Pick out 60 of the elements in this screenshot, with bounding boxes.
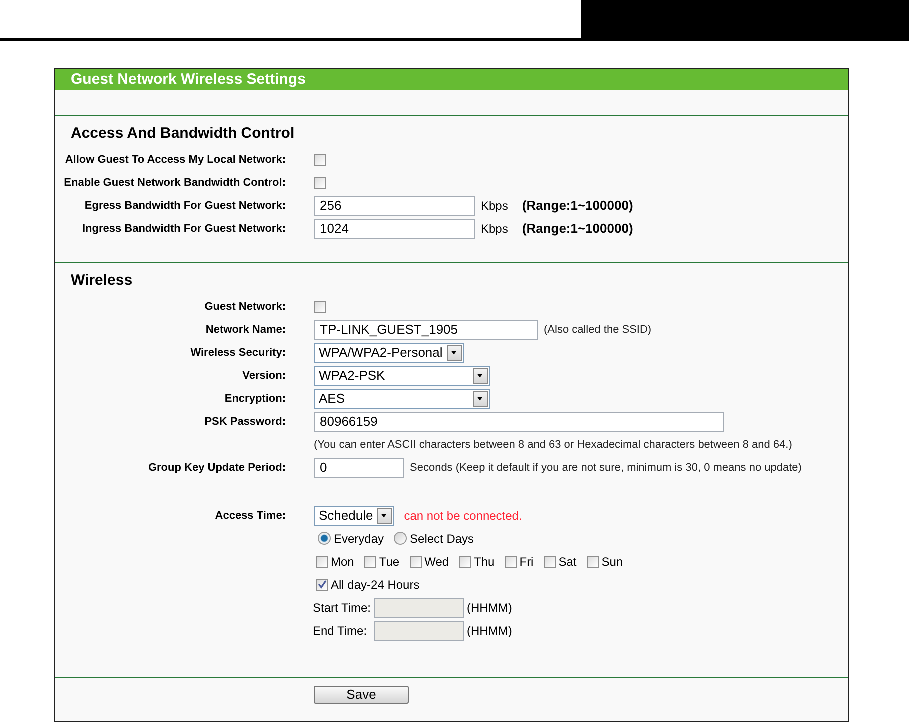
field-label: Wireless Security:	[190, 346, 286, 358]
day-label: Thu	[474, 554, 495, 568]
field-label: PSK Password:	[204, 416, 286, 428]
checkbox[interactable]	[410, 556, 422, 568]
day-label: Sat	[558, 554, 577, 568]
field-label: Allow Guest To Access My Local Network:	[64, 154, 286, 166]
day-label: Mon	[331, 554, 354, 568]
format-hint: (HHMM)	[467, 624, 512, 638]
time-label: Start Time:	[313, 600, 372, 614]
radio-label: Everyday	[334, 532, 384, 546]
day-label: Tue	[379, 554, 400, 568]
option-label: All day-24 Hours	[331, 578, 420, 592]
field-label: Enable Guest Network Bandwidth Control:	[63, 176, 286, 188]
section-heading: Wireless	[70, 271, 134, 291]
radio-label: Select Days	[410, 532, 474, 546]
text-field[interactable]: 80966159	[314, 412, 724, 432]
range-hint: (Range:1~100000)	[522, 198, 634, 213]
text-field[interactable]: 0	[314, 458, 404, 478]
checkbox[interactable]	[504, 556, 517, 568]
checkbox[interactable]	[364, 556, 376, 568]
hint-text: (Also called the SSID)	[544, 324, 652, 336]
radio-button[interactable]	[318, 532, 331, 545]
time-label: End Time:	[313, 624, 368, 638]
field-label: Access Time:	[214, 510, 286, 522]
access-time-dropdown[interactable]: Schedule	[314, 506, 394, 526]
checkbox[interactable]	[459, 556, 472, 568]
radio-button[interactable]	[394, 532, 408, 545]
security-dropdown[interactable]: WPA/WPA2-Personal	[314, 342, 464, 362]
panel-title: Guest Network Wireless Settings	[71, 71, 306, 88]
field-label: Ingress Bandwidth For Guest Network:	[81, 222, 286, 234]
field-label: Guest Network:	[204, 300, 286, 312]
section-heading: Access And Bandwidth Control	[70, 124, 296, 144]
field-label: Group Key Update Period:	[147, 462, 286, 474]
format-hint: (HHMM)	[467, 600, 512, 614]
checkbox[interactable]	[314, 176, 326, 188]
field-label: Network Name:	[204, 324, 286, 336]
bandwidth-field[interactable]: 256	[314, 196, 475, 216]
unit-label: Kbps	[481, 198, 508, 212]
day-label: Wed	[424, 554, 450, 568]
text-field[interactable]: TP-LINK_GUEST_1905	[314, 320, 538, 340]
checkbox[interactable]	[586, 556, 599, 568]
field-label: Encryption:	[224, 392, 286, 404]
field-label: Egress Bandwidth For Guest Network:	[84, 200, 286, 212]
checkbox[interactable]	[316, 578, 328, 590]
checkbox[interactable]	[314, 154, 326, 166]
dropdown[interactable]: WPA2-PSK	[314, 366, 490, 386]
day-label: Fri	[520, 554, 534, 568]
hint-text: (You can enter ASCII characters between 8 and 63 or Hexadecimal characters between 8 and 64.)	[314, 438, 792, 450]
checkbox[interactable]	[316, 556, 328, 568]
hint-text: Seconds (Keep it default if you are not sure, minimum is 30, 0 means no update)	[410, 462, 802, 474]
field-label: Version:	[242, 370, 286, 382]
save-button[interactable]: Save	[314, 686, 409, 704]
warning-text: can not be connected.	[404, 508, 522, 522]
range-hint: (Range:1~100000)	[522, 221, 634, 236]
dropdown[interactable]: AES	[314, 388, 490, 408]
bandwidth-field[interactable]: 1024	[314, 218, 475, 238]
checkbox[interactable]	[314, 300, 326, 312]
checkbox[interactable]	[544, 556, 556, 568]
unit-label: Kbps	[481, 222, 508, 236]
day-label: Sun	[602, 554, 624, 568]
